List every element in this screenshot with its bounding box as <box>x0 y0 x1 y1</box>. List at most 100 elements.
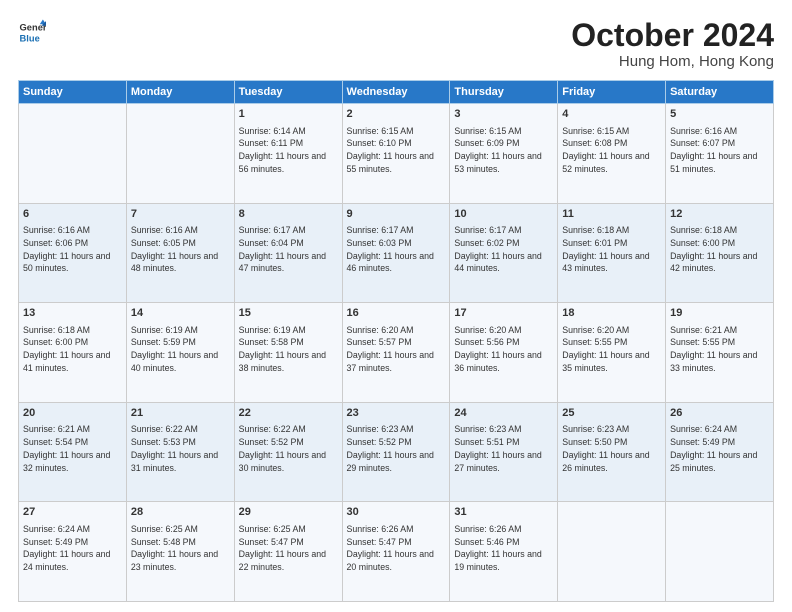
calendar-cell <box>19 104 127 204</box>
day-info: Sunrise: 6:15 AM Sunset: 6:08 PM Dayligh… <box>562 125 661 176</box>
calendar-week-row: 20Sunrise: 6:21 AM Sunset: 5:54 PM Dayli… <box>19 402 774 502</box>
day-number: 15 <box>239 306 338 321</box>
day-number: 20 <box>23 406 122 421</box>
calendar-cell: 6 Sunrise: 6:16 AM Sunset: 6:06 PM Daylig… <box>19 203 127 303</box>
day-number: 9 <box>347 207 446 222</box>
day-number: 8 <box>239 207 338 222</box>
day-info: Sunrise: 6:22 AM Sunset: 5:52 PM Dayligh… <box>239 423 338 474</box>
day-info: Sunrise: 6:22 AM Sunset: 5:53 PM Dayligh… <box>131 423 230 474</box>
day-info: Sunrise: 6:20 AM Sunset: 5:56 PM Dayligh… <box>454 324 553 375</box>
calendar-cell: 10 Sunrise: 6:17 AM Sunset: 6:02 PM Dayli… <box>450 203 558 303</box>
logo: General Blue <box>18 18 46 46</box>
calendar-cell: 22 Sunrise: 6:22 AM Sunset: 5:52 PM Dayli… <box>234 402 342 502</box>
day-of-week-header: Saturday <box>666 81 774 104</box>
day-info: Sunrise: 6:16 AM Sunset: 6:05 PM Dayligh… <box>131 224 230 275</box>
day-number: 17 <box>454 306 553 321</box>
calendar-cell <box>126 104 234 204</box>
calendar-page: General Blue October 2024 Hung Hom, Hong… <box>0 0 792 612</box>
day-number: 22 <box>239 406 338 421</box>
day-number: 7 <box>131 207 230 222</box>
svg-text:Blue: Blue <box>20 33 40 43</box>
calendar-cell: 12 Sunrise: 6:18 AM Sunset: 6:00 PM Dayli… <box>666 203 774 303</box>
day-number: 24 <box>454 406 553 421</box>
calendar-cell: 20Sunrise: 6:21 AM Sunset: 5:54 PM Dayli… <box>19 402 127 502</box>
location: Hung Hom, Hong Kong <box>571 53 774 70</box>
day-of-week-header: Wednesday <box>342 81 450 104</box>
day-number: 29 <box>239 505 338 520</box>
day-number: 3 <box>454 107 553 122</box>
calendar-cell: 18Sunrise: 6:20 AM Sunset: 5:55 PM Dayli… <box>558 303 666 403</box>
day-number: 1 <box>239 107 338 122</box>
calendar-week-row: 6 Sunrise: 6:16 AM Sunset: 6:06 PM Daylig… <box>19 203 774 303</box>
day-number: 14 <box>131 306 230 321</box>
day-info: Sunrise: 6:20 AM Sunset: 5:55 PM Dayligh… <box>562 324 661 375</box>
day-number: 16 <box>347 306 446 321</box>
day-number: 11 <box>562 207 661 222</box>
day-number: 23 <box>347 406 446 421</box>
day-info: Sunrise: 6:24 AM Sunset: 5:49 PM Dayligh… <box>23 523 122 574</box>
calendar-week-row: 27 Sunrise: 6:24 AM Sunset: 5:49 PM Dayli… <box>19 502 774 602</box>
day-info: Sunrise: 6:18 AM Sunset: 6:00 PM Dayligh… <box>670 224 769 275</box>
calendar-cell: 26Sunrise: 6:24 AM Sunset: 5:49 PM Dayli… <box>666 402 774 502</box>
day-info: Sunrise: 6:26 AM Sunset: 5:46 PM Dayligh… <box>454 523 553 574</box>
month-title: October 2024 <box>571 18 774 53</box>
calendar-cell: 30 Sunrise: 6:26 AM Sunset: 5:47 PM Dayli… <box>342 502 450 602</box>
header: General Blue October 2024 Hung Hom, Hong… <box>18 18 774 70</box>
day-of-week-header: Thursday <box>450 81 558 104</box>
day-info: Sunrise: 6:17 AM Sunset: 6:02 PM Dayligh… <box>454 224 553 275</box>
day-info: Sunrise: 6:15 AM Sunset: 6:10 PM Dayligh… <box>347 125 446 176</box>
calendar-cell: 2 Sunrise: 6:15 AM Sunset: 6:10 PM Daylig… <box>342 104 450 204</box>
day-info: Sunrise: 6:16 AM Sunset: 6:07 PM Dayligh… <box>670 125 769 176</box>
day-info: Sunrise: 6:17 AM Sunset: 6:03 PM Dayligh… <box>347 224 446 275</box>
calendar-cell: 19Sunrise: 6:21 AM Sunset: 5:55 PM Dayli… <box>666 303 774 403</box>
day-of-week-header: Friday <box>558 81 666 104</box>
day-of-week-header: Sunday <box>19 81 127 104</box>
day-number: 4 <box>562 107 661 122</box>
day-info: Sunrise: 6:23 AM Sunset: 5:51 PM Dayligh… <box>454 423 553 474</box>
day-info: Sunrise: 6:23 AM Sunset: 5:52 PM Dayligh… <box>347 423 446 474</box>
day-info: Sunrise: 6:19 AM Sunset: 5:59 PM Dayligh… <box>131 324 230 375</box>
day-number: 6 <box>23 207 122 222</box>
day-info: Sunrise: 6:17 AM Sunset: 6:04 PM Dayligh… <box>239 224 338 275</box>
day-number: 12 <box>670 207 769 222</box>
day-number: 21 <box>131 406 230 421</box>
calendar-week-row: 1Sunrise: 6:14 AM Sunset: 6:11 PM Daylig… <box>19 104 774 204</box>
calendar-cell: 31Sunrise: 6:26 AM Sunset: 5:46 PM Dayli… <box>450 502 558 602</box>
day-info: Sunrise: 6:15 AM Sunset: 6:09 PM Dayligh… <box>454 125 553 176</box>
day-info: Sunrise: 6:25 AM Sunset: 5:48 PM Dayligh… <box>131 523 230 574</box>
day-info: Sunrise: 6:20 AM Sunset: 5:57 PM Dayligh… <box>347 324 446 375</box>
day-number: 25 <box>562 406 661 421</box>
calendar-cell: 5Sunrise: 6:16 AM Sunset: 6:07 PM Daylig… <box>666 104 774 204</box>
calendar-table: SundayMondayTuesdayWednesdayThursdayFrid… <box>18 80 774 602</box>
day-number: 30 <box>347 505 446 520</box>
day-info: Sunrise: 6:19 AM Sunset: 5:58 PM Dayligh… <box>239 324 338 375</box>
day-info: Sunrise: 6:16 AM Sunset: 6:06 PM Dayligh… <box>23 224 122 275</box>
calendar-cell: 17 Sunrise: 6:20 AM Sunset: 5:56 PM Dayli… <box>450 303 558 403</box>
calendar-cell: 13Sunrise: 6:18 AM Sunset: 6:00 PM Dayli… <box>19 303 127 403</box>
logo-icon: General Blue <box>18 18 46 46</box>
day-info: Sunrise: 6:21 AM Sunset: 5:55 PM Dayligh… <box>670 324 769 375</box>
calendar-cell: 25 Sunrise: 6:23 AM Sunset: 5:50 PM Dayli… <box>558 402 666 502</box>
calendar-cell: 24 Sunrise: 6:23 AM Sunset: 5:51 PM Dayli… <box>450 402 558 502</box>
day-info: Sunrise: 6:25 AM Sunset: 5:47 PM Dayligh… <box>239 523 338 574</box>
calendar-cell: 23 Sunrise: 6:23 AM Sunset: 5:52 PM Dayli… <box>342 402 450 502</box>
calendar-cell: 29 Sunrise: 6:25 AM Sunset: 5:47 PM Dayli… <box>234 502 342 602</box>
day-info: Sunrise: 6:23 AM Sunset: 5:50 PM Dayligh… <box>562 423 661 474</box>
calendar-cell: 1Sunrise: 6:14 AM Sunset: 6:11 PM Daylig… <box>234 104 342 204</box>
calendar-cell: 16 Sunrise: 6:20 AM Sunset: 5:57 PM Dayli… <box>342 303 450 403</box>
calendar-cell: 15 Sunrise: 6:19 AM Sunset: 5:58 PM Dayli… <box>234 303 342 403</box>
day-of-week-header: Monday <box>126 81 234 104</box>
title-block: October 2024 Hung Hom, Hong Kong <box>571 18 774 70</box>
calendar-cell: 28Sunrise: 6:25 AM Sunset: 5:48 PM Dayli… <box>126 502 234 602</box>
calendar-cell <box>666 502 774 602</box>
day-number: 10 <box>454 207 553 222</box>
calendar-cell: 14 Sunrise: 6:19 AM Sunset: 5:59 PM Dayli… <box>126 303 234 403</box>
calendar-cell: 21 Sunrise: 6:22 AM Sunset: 5:53 PM Dayli… <box>126 402 234 502</box>
day-number: 2 <box>347 107 446 122</box>
day-of-week-header: Tuesday <box>234 81 342 104</box>
day-info: Sunrise: 6:26 AM Sunset: 5:47 PM Dayligh… <box>347 523 446 574</box>
day-info: Sunrise: 6:18 AM Sunset: 6:00 PM Dayligh… <box>23 324 122 375</box>
day-info: Sunrise: 6:24 AM Sunset: 5:49 PM Dayligh… <box>670 423 769 474</box>
days-header-row: SundayMondayTuesdayWednesdayThursdayFrid… <box>19 81 774 104</box>
day-number: 27 <box>23 505 122 520</box>
